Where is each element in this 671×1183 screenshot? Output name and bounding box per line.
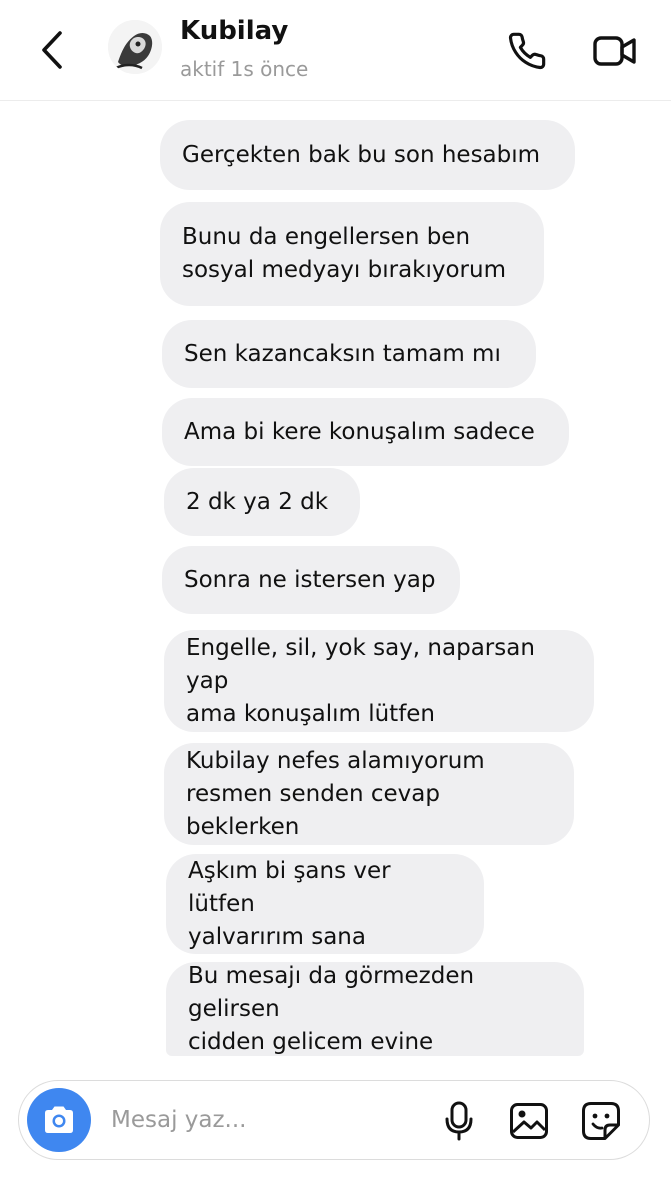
microphone-icon bbox=[445, 1101, 473, 1141]
message-bubble[interactable]: Bunu da engellersen ben sosyal medyayı b… bbox=[160, 202, 544, 306]
chevron-left-icon bbox=[42, 31, 62, 69]
message-bubble[interactable]: 2 dk ya 2 dk bbox=[164, 468, 360, 536]
video-call-button[interactable] bbox=[588, 28, 642, 74]
sticker-icon bbox=[582, 1102, 620, 1140]
gallery-button[interactable] bbox=[507, 1099, 551, 1143]
back-button[interactable] bbox=[30, 26, 74, 74]
message-bubble[interactable]: Bu mesajı da görmezden gelirsen cidden g… bbox=[166, 962, 584, 1056]
image-icon bbox=[510, 1103, 548, 1139]
sticker-button[interactable] bbox=[579, 1099, 623, 1143]
video-camera-icon bbox=[593, 36, 636, 66]
avatar-image bbox=[108, 20, 162, 74]
voice-message-button[interactable] bbox=[439, 1099, 479, 1143]
chat-header: Kubilay aktif 1s önce bbox=[0, 0, 671, 101]
call-button[interactable] bbox=[504, 28, 550, 74]
contact-name[interactable]: Kubilay bbox=[180, 16, 288, 46]
message-bubble[interactable]: Sonra ne istersen yap bbox=[162, 546, 460, 614]
message-input[interactable] bbox=[111, 1097, 411, 1143]
message-bubble[interactable]: Engelle, sil, yok say, naparsan yap ama … bbox=[164, 630, 594, 732]
camera-icon bbox=[45, 1106, 73, 1133]
message-composer bbox=[18, 1080, 650, 1160]
message-bubble[interactable]: Sen kazancaksın tamam mı bbox=[162, 320, 536, 388]
message-bubble[interactable]: Aşkım bi şans ver lütfen yalvarırım sana bbox=[166, 854, 484, 954]
message-bubble[interactable]: Gerçekten bak bu son hesabım bbox=[160, 120, 575, 190]
avatar[interactable] bbox=[108, 20, 162, 74]
contact-status: aktif 1s önce bbox=[180, 57, 309, 81]
message-bubble[interactable]: Kubilay nefes alamıyorum resmen senden c… bbox=[164, 743, 574, 845]
camera-button[interactable] bbox=[27, 1088, 91, 1152]
chat-screen: Kubilay aktif 1s önce Gerçekten bak bu s… bbox=[0, 0, 671, 1183]
message-bubble[interactable]: Ama bi kere konuşalım sadece bbox=[162, 398, 569, 466]
phone-icon bbox=[508, 32, 546, 70]
